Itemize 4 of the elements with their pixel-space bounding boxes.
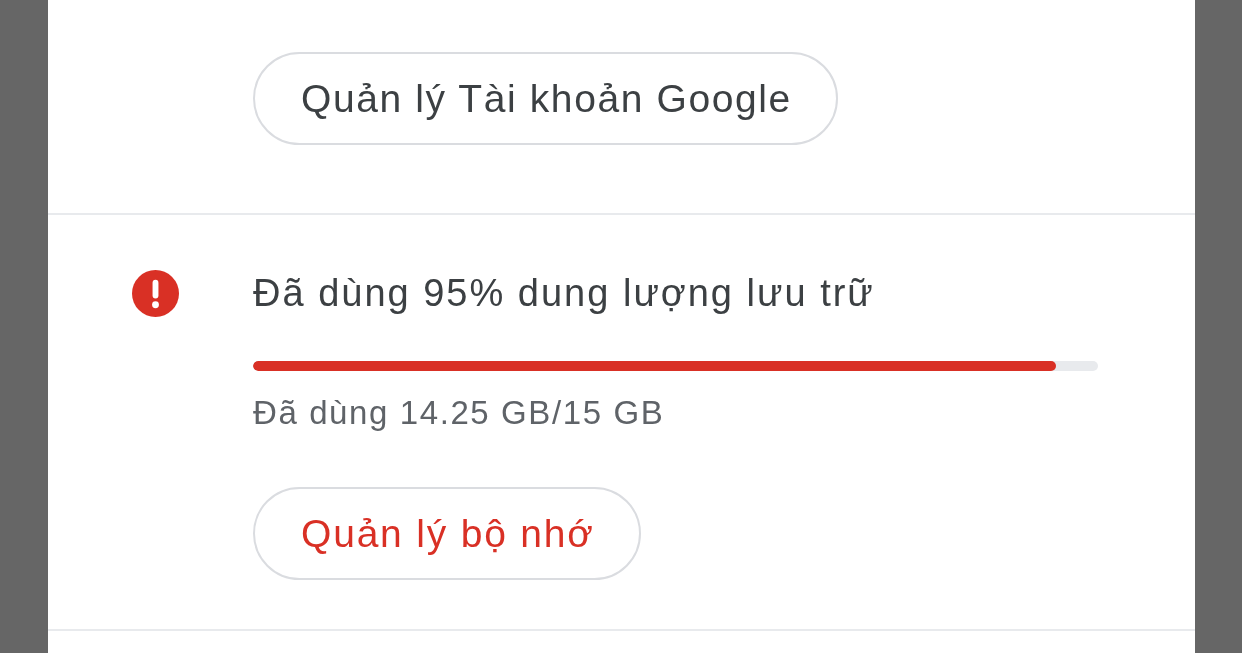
manage-account-button[interactable]: Quản lý Tài khoản Google [253, 52, 838, 145]
storage-usage-text: Đã dùng 14.25 GB/15 GB [253, 393, 665, 433]
manage-storage-button[interactable]: Quản lý bộ nhớ [253, 487, 641, 580]
storage-title: Đã dùng 95% dung lượng lưu trữ [253, 271, 875, 316]
